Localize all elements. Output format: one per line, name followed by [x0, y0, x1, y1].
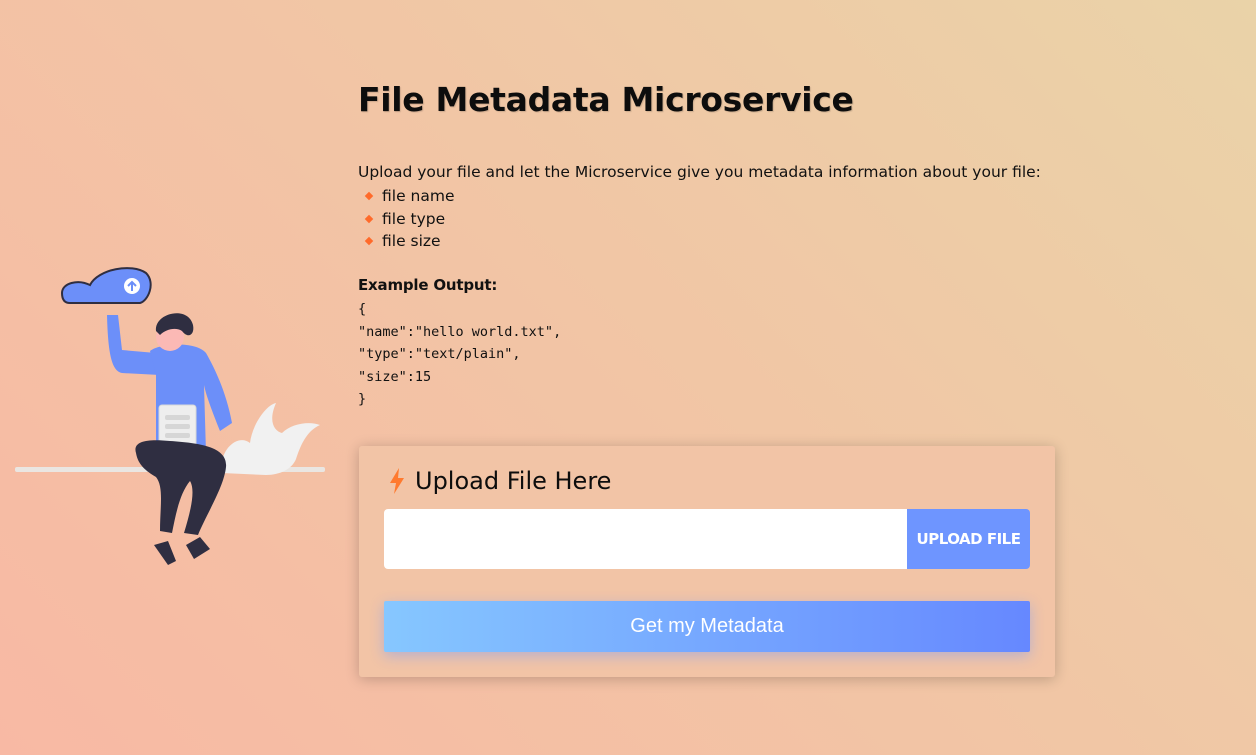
person-uploading-illustration [15, 267, 325, 565]
feature-list: file name file type file size [364, 185, 455, 253]
upload-card: Upload File Here UPLOAD FILE Get my Meta… [359, 446, 1055, 677]
person-figure [107, 313, 232, 565]
feature-item: file size [364, 230, 455, 253]
get-metadata-button[interactable]: Get my Metadata [384, 601, 1030, 652]
feature-label: file size [382, 232, 441, 250]
plant-leaves [221, 403, 320, 475]
upload-file-button[interactable]: UPLOAD FILE [907, 509, 1030, 569]
example-output-code: { "name":"hello world.txt", "type":"text… [358, 301, 562, 407]
page-title: File Metadata Microservice [358, 80, 854, 119]
example-output-heading: Example Output: [358, 276, 498, 294]
feature-label: file name [382, 187, 455, 205]
lightning-bolt-icon [390, 468, 404, 494]
intro-text: Upload your file and let the Microservic… [358, 163, 1041, 181]
diamond-bullet-icon [364, 214, 374, 223]
upload-card-title: Upload File Here [389, 467, 611, 495]
diamond-bullet-icon [364, 192, 374, 201]
upload-card-title-text: Upload File Here [415, 467, 612, 495]
diamond-bullet-icon [364, 237, 374, 246]
cloud-upload-icon [60, 267, 152, 304]
file-path-input[interactable] [384, 509, 907, 569]
feature-item: file name [364, 185, 455, 208]
feature-label: file type [382, 209, 446, 228]
feature-item: file type [364, 208, 455, 231]
